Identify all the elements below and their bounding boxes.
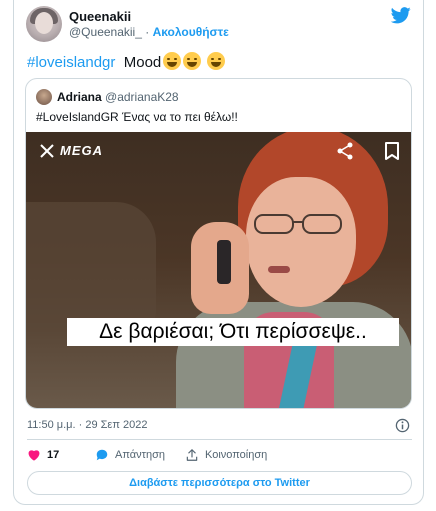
like-button[interactable]: 17: [27, 448, 59, 461]
reply-icon: [96, 449, 108, 461]
quoted-author-row: Adriana @adrianaK28: [57, 90, 179, 104]
share-label: Κοινοποίηση: [205, 449, 268, 461]
share-arrow-icon: [186, 449, 198, 461]
media-glasses: [254, 214, 342, 234]
media-caption: Δε βαριέσαι; Ότι περίσσεψε..: [67, 318, 399, 346]
avatar-face: [35, 12, 53, 34]
info-icon[interactable]: [395, 418, 410, 433]
actions-divider: [27, 439, 412, 440]
share-button[interactable]: Κοινοποίηση: [185, 448, 267, 462]
quoted-tweet[interactable]: Adriana @adrianaK28 #LoveIslandGR Ένας ν…: [25, 78, 412, 409]
quoted-tweet-text: #LoveIslandGR Ένας να το πει θέλω!!: [36, 110, 238, 124]
author-name[interactable]: Queenakii: [69, 9, 131, 24]
share-icon[interactable]: [336, 142, 354, 160]
hashtag-link[interactable]: #loveislandgr: [27, 54, 115, 71]
tweet-body: Mood: [123, 54, 162, 71]
follow-button[interactable]: Ακολουθήστε: [153, 25, 229, 39]
like-count: 17: [47, 448, 60, 461]
embedded-tweet-card: Queenakii @Queenakii_ · Ακολουθήστε #lov…: [13, 0, 424, 505]
quoted-author-handle: @adrianaK28: [105, 90, 179, 104]
tweet-text: #loveislandgr Mood: [27, 52, 226, 71]
quoted-media-image[interactable]: MEGA Δε βαριέσαι; Ότι περίσσεψε..: [26, 132, 411, 408]
bookmark-icon[interactable]: [384, 142, 400, 160]
quoted-author-name: Adriana: [57, 90, 102, 104]
laughing-emoji-icon: [183, 52, 202, 70]
media-phone: [217, 240, 231, 284]
handle-separator: ·: [145, 25, 150, 39]
media-background: [26, 202, 156, 332]
author-handle[interactable]: @Queenakii_: [69, 25, 142, 39]
laughing-emoji-icon: [163, 52, 182, 70]
reply-label: Απάντηση: [115, 449, 165, 461]
media-mouth: [268, 266, 290, 273]
quoted-author-avatar: [36, 89, 52, 105]
author-handle-row: @Queenakii_ · Ακολουθήστε: [69, 25, 229, 39]
heart-icon: [28, 450, 40, 461]
reply-button[interactable]: Απάντηση: [95, 448, 165, 462]
read-more-button[interactable]: Διαβάστε περισσότερα στο Twitter: [27, 471, 412, 495]
close-icon[interactable]: [40, 144, 54, 158]
media-face: [246, 177, 356, 307]
laughing-emoji-icon: [207, 52, 226, 70]
author-avatar[interactable]: [26, 6, 62, 42]
tweet-timestamp[interactable]: 11:50 μ.μ. · 29 Σεπ 2022: [27, 419, 147, 431]
twitter-bird-icon[interactable]: [391, 7, 411, 24]
channel-logo: MEGA: [60, 143, 103, 158]
